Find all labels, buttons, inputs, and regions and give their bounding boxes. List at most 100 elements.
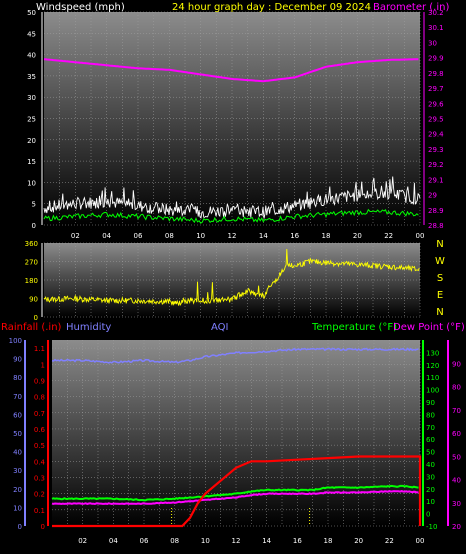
y-tick-label-barometer: 29.8 <box>428 70 444 78</box>
y-tick-label-barometer: 30 <box>428 39 437 47</box>
x-tick-label: 02 <box>78 537 87 545</box>
x-tick-label: 14 <box>262 537 271 545</box>
y-tick-label-temperature: 80 <box>426 411 435 419</box>
x-tick-label: 14 <box>259 232 268 240</box>
x-tick-label: 18 <box>324 537 333 545</box>
x-tick-label: 06 <box>134 232 143 240</box>
y-tick-label-temperature: 90 <box>426 399 435 407</box>
y-tick-label-temperature: 40 <box>426 461 435 469</box>
y-tick-label-humidity: 40 <box>13 449 22 457</box>
y-tick-label-wind: 20 <box>27 137 36 145</box>
y-tick-label-temperature: 70 <box>426 424 435 432</box>
x-tick-label: 16 <box>290 232 299 240</box>
y-tick-label-direction: 270 <box>25 259 38 267</box>
rainfall-label: Rainfall (.in) <box>1 322 62 333</box>
y-tick-label-wind: 10 <box>27 179 36 187</box>
direction-label: N <box>436 307 443 318</box>
x-tick-label: 02 <box>71 232 80 240</box>
y-tick-label-humidity: 90 <box>13 356 22 364</box>
chart-title: 24 hour graph day : December 09 2024 <box>172 2 371 13</box>
y-tick-label-rain: 0.2 <box>34 491 45 499</box>
y-tick-label-barometer: 29.1 <box>428 176 444 184</box>
x-tick-label: 04 <box>102 232 111 240</box>
x-tick-label: 22 <box>385 537 394 545</box>
y-tick-label-temperature: -10 <box>426 523 437 531</box>
y-tick-label-humidity: 30 <box>13 467 22 475</box>
y-tick-label-direction: 360 <box>25 240 38 248</box>
y-tick-label-temperature: 50 <box>426 449 435 457</box>
y-tick-label-humidity: 80 <box>13 374 22 382</box>
y-tick-label-humidity: 70 <box>13 393 22 401</box>
y-tick-label-humidity: 0 <box>18 523 22 531</box>
y-tick-label-humidity: 10 <box>13 504 22 512</box>
y-tick-label-wind: 25 <box>27 116 36 124</box>
y-tick-label-temperature: 60 <box>426 436 435 444</box>
y-tick-label-wind: 45 <box>27 30 36 38</box>
y-tick-label-dewpoint: 20 <box>452 523 461 531</box>
humidity-label: Humidity <box>66 322 111 333</box>
y-tick-label-rain: 0.6 <box>34 426 46 434</box>
y-tick-label-rain: 0.1 <box>34 507 45 515</box>
y-tick-label-wind: 40 <box>27 52 36 60</box>
x-tick-label: 12 <box>232 537 241 545</box>
y-tick-label-dewpoint: 50 <box>452 453 461 461</box>
y-tick-label-barometer: 29.4 <box>428 131 444 139</box>
y-tick-label-temperature: 100 <box>426 387 439 395</box>
panel-wind <box>44 12 420 225</box>
x-tick-label: 12 <box>228 232 237 240</box>
direction-label: W <box>435 256 445 267</box>
y-tick-label-dewpoint: 30 <box>452 500 461 508</box>
direction-labels: NWSEN <box>435 239 445 318</box>
weather-chart: Windspeed (mph) 24 hour graph day : Dece… <box>1 2 465 545</box>
y-tick-label-humidity: 20 <box>13 486 22 494</box>
y-tick-label-wind: 35 <box>27 73 36 81</box>
panel-direction-axes: 0 90 180 270 360 <box>25 240 43 322</box>
y-tick-label-barometer: 29.5 <box>428 116 444 124</box>
direction-label: S <box>437 273 443 284</box>
y-tick-label-humidity: 60 <box>13 411 22 419</box>
x-tick-label: 18 <box>322 232 331 240</box>
dewpoint-label: Dew Point (°F) <box>393 322 465 333</box>
y-tick-label-temperature: 110 <box>426 374 439 382</box>
y-tick-label-rain: 0.7 <box>34 410 45 418</box>
y-tick-label-dewpoint: 40 <box>452 477 461 485</box>
y-tick-label-humidity: 50 <box>13 430 22 438</box>
y-tick-label-barometer: 29 <box>428 192 437 200</box>
temperature-label: Temperature (°F) <box>311 322 397 333</box>
y-tick-label-temperature: 120 <box>426 362 439 370</box>
y-tick-label-barometer: 29.6 <box>428 100 444 108</box>
y-tick-label-direction: 90 <box>29 296 38 304</box>
y-tick-label-temperature: 10 <box>426 498 435 506</box>
y-tick-label-wind: 5 <box>32 201 36 209</box>
x-tick-label: 20 <box>353 232 362 240</box>
y-tick-label-rain: 0.4 <box>34 458 46 466</box>
y-tick-label-barometer: 30.1 <box>428 24 444 32</box>
y-tick-label-rain: 1 <box>41 361 45 369</box>
windspeed-label: Windspeed (mph) <box>36 2 125 13</box>
y-tick-label-barometer: 29.9 <box>428 55 444 63</box>
y-tick-label-barometer: 29.7 <box>428 85 444 93</box>
x-tick-label: 16 <box>293 537 302 545</box>
x-tick-label: 08 <box>170 537 179 545</box>
x-tick-label: 00 <box>416 232 425 240</box>
y-tick-label-temperature: 130 <box>426 349 439 357</box>
y-tick-label-wind: 30 <box>27 94 36 102</box>
y-tick-label-temperature: 0 <box>426 511 430 519</box>
x-tick-label: 20 <box>354 537 363 545</box>
x-tick-label: 08 <box>165 232 174 240</box>
x-tick-label: 22 <box>384 232 393 240</box>
y-tick-label-dewpoint: 60 <box>452 430 461 438</box>
y-tick-label-wind: 50 <box>27 9 36 17</box>
y-tick-label-temperature: 30 <box>426 473 435 481</box>
x-tick-label: 04 <box>109 537 118 545</box>
y-tick-label-rain: 0.5 <box>34 442 45 450</box>
y-tick-label-barometer: 30.2 <box>428 9 444 17</box>
y-tick-label-barometer: 29.3 <box>428 146 444 154</box>
y-tick-label-barometer: 28.9 <box>428 207 444 215</box>
y-tick-label-wind: 15 <box>27 158 36 166</box>
y-tick-label-rain: 0.9 <box>34 377 45 385</box>
y-tick-label-direction: 180 <box>25 277 38 285</box>
y-tick-label-rain: 1.1 <box>34 345 45 353</box>
y-tick-label-rain: 0 <box>41 523 45 531</box>
y-tick-label-humidity: 100 <box>9 337 22 345</box>
